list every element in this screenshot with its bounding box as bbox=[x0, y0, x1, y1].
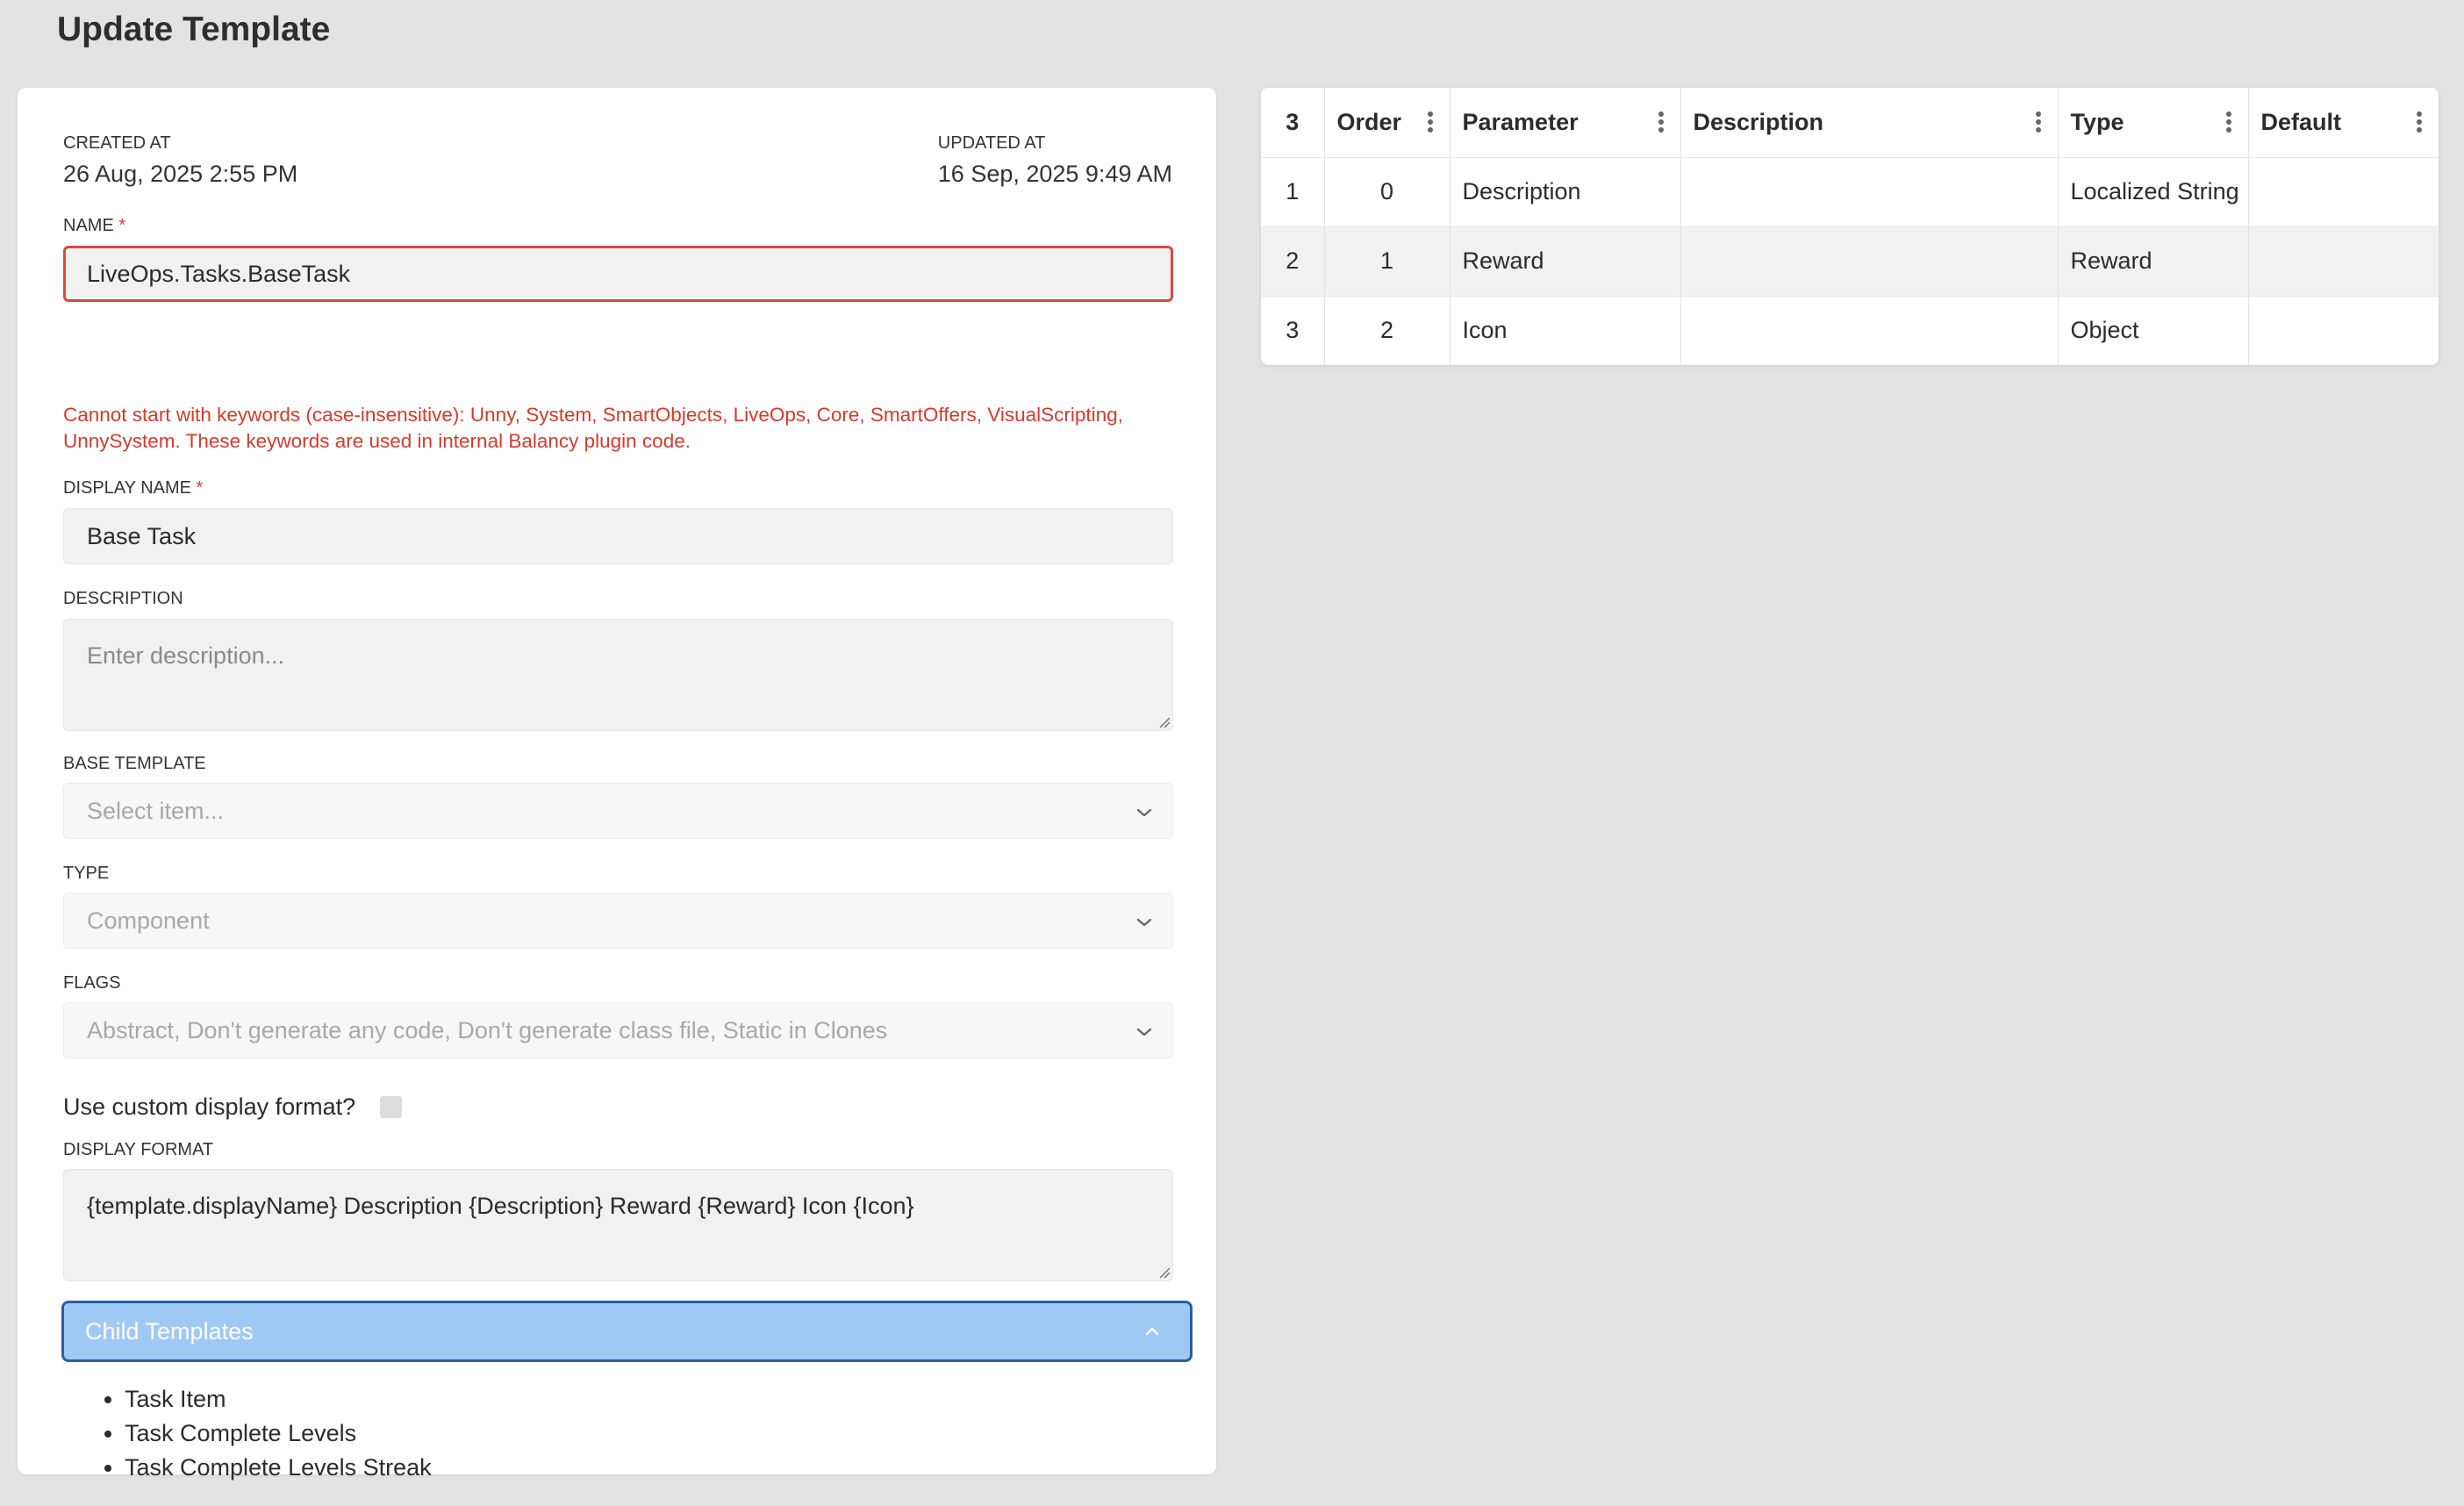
cell-default[interactable] bbox=[2248, 296, 2439, 365]
child-templates-accordion[interactable]: Child Templates bbox=[61, 1301, 1193, 1362]
resize-grip-icon[interactable] bbox=[1157, 714, 1171, 728]
meta-row: CREATED AT 26 Aug, 2025 2:55 PM UPDATED … bbox=[63, 133, 1172, 188]
table-row[interactable]: 3 2 Icon Object bbox=[1261, 296, 2439, 365]
column-header-description[interactable]: Description bbox=[1680, 88, 2059, 158]
name-input[interactable]: LiveOps.Tasks.BaseTask bbox=[63, 246, 1173, 302]
flags-select[interactable]: Abstract, Don't generate any code, Don't… bbox=[63, 1002, 1173, 1058]
column-header-parameter-label: Parameter bbox=[1462, 108, 1579, 135]
updated-at-label: UPDATED AT bbox=[937, 133, 1046, 153]
cell-description[interactable] bbox=[1680, 296, 2059, 365]
name-label-text: NAME bbox=[63, 216, 114, 235]
column-header-order[interactable]: Order bbox=[1324, 88, 1450, 158]
updated-at-block: UPDATED AT 16 Sep, 2025 9:49 AM bbox=[938, 133, 1172, 188]
display-format-label: DISPLAY FORMAT bbox=[63, 1140, 214, 1159]
description-textarea[interactable]: Enter description... bbox=[63, 619, 1173, 731]
cell-index: 3 bbox=[1261, 296, 1325, 365]
type-select[interactable]: Component bbox=[63, 893, 1173, 949]
chevron-down-icon bbox=[1136, 1028, 1152, 1036]
column-header-type[interactable]: Type bbox=[2058, 88, 2249, 158]
cell-index: 1 bbox=[1261, 157, 1325, 227]
kebab-menu-icon[interactable] bbox=[2035, 111, 2042, 133]
required-mark: * bbox=[118, 216, 126, 235]
custom-format-label: Use custom display format? bbox=[63, 1094, 356, 1120]
display-name-label-text: DISPLAY NAME bbox=[63, 478, 191, 498]
list-item[interactable]: Task Complete Levels bbox=[125, 1416, 432, 1451]
updated-at-value: 16 Sep, 2025 9:49 AM bbox=[937, 161, 1172, 187]
base-template-label: BASE TEMPLATE bbox=[63, 754, 206, 773]
template-form-panel: CREATED AT 26 Aug, 2025 2:55 PM UPDATED … bbox=[18, 88, 1216, 1506]
type-select-value: Component bbox=[87, 907, 210, 934]
required-mark: * bbox=[196, 478, 204, 498]
parameters-table-panel: 3 Order Parameter Description Type Defau… bbox=[1261, 88, 2439, 365]
cell-description[interactable] bbox=[1680, 226, 2059, 297]
display-format-textarea[interactable]: {template.displayName} Description {Desc… bbox=[63, 1169, 1173, 1281]
type-label: TYPE bbox=[63, 864, 110, 883]
custom-format-row: Use custom display format? bbox=[63, 1094, 403, 1121]
list-item[interactable]: Task Item bbox=[125, 1382, 432, 1416]
cell-type[interactable]: Object bbox=[2058, 296, 2249, 365]
cell-parameter[interactable]: Description bbox=[1450, 157, 1681, 227]
column-header-default[interactable]: Default bbox=[2248, 88, 2439, 158]
custom-format-checkbox[interactable] bbox=[380, 1096, 403, 1118]
chevron-down-icon bbox=[1136, 918, 1152, 927]
flags-select-value: Abstract, Don't generate any code, Don't… bbox=[87, 1016, 888, 1043]
base-template-placeholder: Select item... bbox=[87, 797, 225, 824]
description-label: DESCRIPTION bbox=[63, 589, 183, 608]
kebab-menu-icon[interactable] bbox=[1427, 111, 1434, 133]
description-placeholder: Enter description... bbox=[87, 642, 285, 669]
cell-description[interactable] bbox=[1680, 157, 2059, 227]
child-templates-label: Child Templates bbox=[85, 1317, 254, 1345]
display-name-label: DISPLAY NAME * bbox=[63, 478, 203, 498]
cell-order[interactable]: 0 bbox=[1324, 157, 1450, 227]
column-header-parameter[interactable]: Parameter bbox=[1450, 88, 1681, 158]
display-format-value: {template.displayName} Description {Desc… bbox=[87, 1193, 914, 1219]
cell-default[interactable] bbox=[2248, 226, 2439, 297]
cell-type[interactable]: Reward bbox=[2058, 226, 2249, 297]
kebab-menu-icon[interactable] bbox=[2225, 111, 2232, 133]
name-error-message: Cannot start with keywords (case-insensi… bbox=[63, 404, 1123, 452]
cell-order[interactable]: 2 bbox=[1324, 296, 1450, 365]
chevron-up-icon bbox=[1145, 1327, 1159, 1336]
display-name-input-value: Base Task bbox=[87, 522, 197, 549]
created-at-label: CREATED AT bbox=[63, 133, 171, 153]
list-item[interactable]: Task Complete Levels Streak bbox=[125, 1451, 432, 1485]
base-template-select[interactable]: Select item... bbox=[63, 783, 1173, 839]
kebab-menu-icon[interactable] bbox=[2416, 111, 2423, 133]
created-at-value: 26 Aug, 2025 2:55 PM bbox=[63, 161, 298, 187]
chevron-down-icon bbox=[1136, 808, 1152, 817]
child-templates-list: Task Item Task Complete Levels Task Comp… bbox=[79, 1382, 432, 1485]
table-row[interactable]: 2 1 Reward Reward bbox=[1261, 226, 2439, 297]
column-header-count: 3 bbox=[1261, 88, 1325, 158]
column-header-default-label: Default bbox=[2260, 108, 2342, 135]
cell-default[interactable] bbox=[2248, 157, 2439, 227]
cell-index: 2 bbox=[1261, 226, 1325, 297]
created-at-block: CREATED AT 26 Aug, 2025 2:55 PM bbox=[63, 133, 297, 188]
cell-parameter[interactable]: Reward bbox=[1450, 226, 1681, 297]
table-header-row: 3 Order Parameter Description Type Defau… bbox=[1261, 88, 2439, 158]
column-header-type-label: Type bbox=[2070, 108, 2124, 135]
flags-label: FLAGS bbox=[63, 973, 121, 993]
page-title: Update Template bbox=[57, 11, 331, 48]
name-label: NAME * bbox=[63, 216, 125, 236]
kebab-menu-icon[interactable] bbox=[1658, 111, 1665, 133]
column-header-order-label: Order bbox=[1336, 108, 1402, 135]
display-name-input[interactable]: Base Task bbox=[63, 508, 1173, 564]
column-header-description-label: Description bbox=[1693, 108, 1824, 135]
cell-type[interactable]: Localized String bbox=[2058, 157, 2249, 227]
name-input-value: LiveOps.Tasks.BaseTask bbox=[87, 260, 351, 287]
table-row[interactable]: 1 0 Description Localized String bbox=[1261, 157, 2439, 227]
resize-grip-icon[interactable] bbox=[1157, 1265, 1171, 1279]
cell-parameter[interactable]: Icon bbox=[1450, 296, 1681, 365]
cell-order[interactable]: 1 bbox=[1324, 226, 1450, 297]
parameters-table: 3 Order Parameter Description Type Defau… bbox=[1261, 88, 2439, 365]
